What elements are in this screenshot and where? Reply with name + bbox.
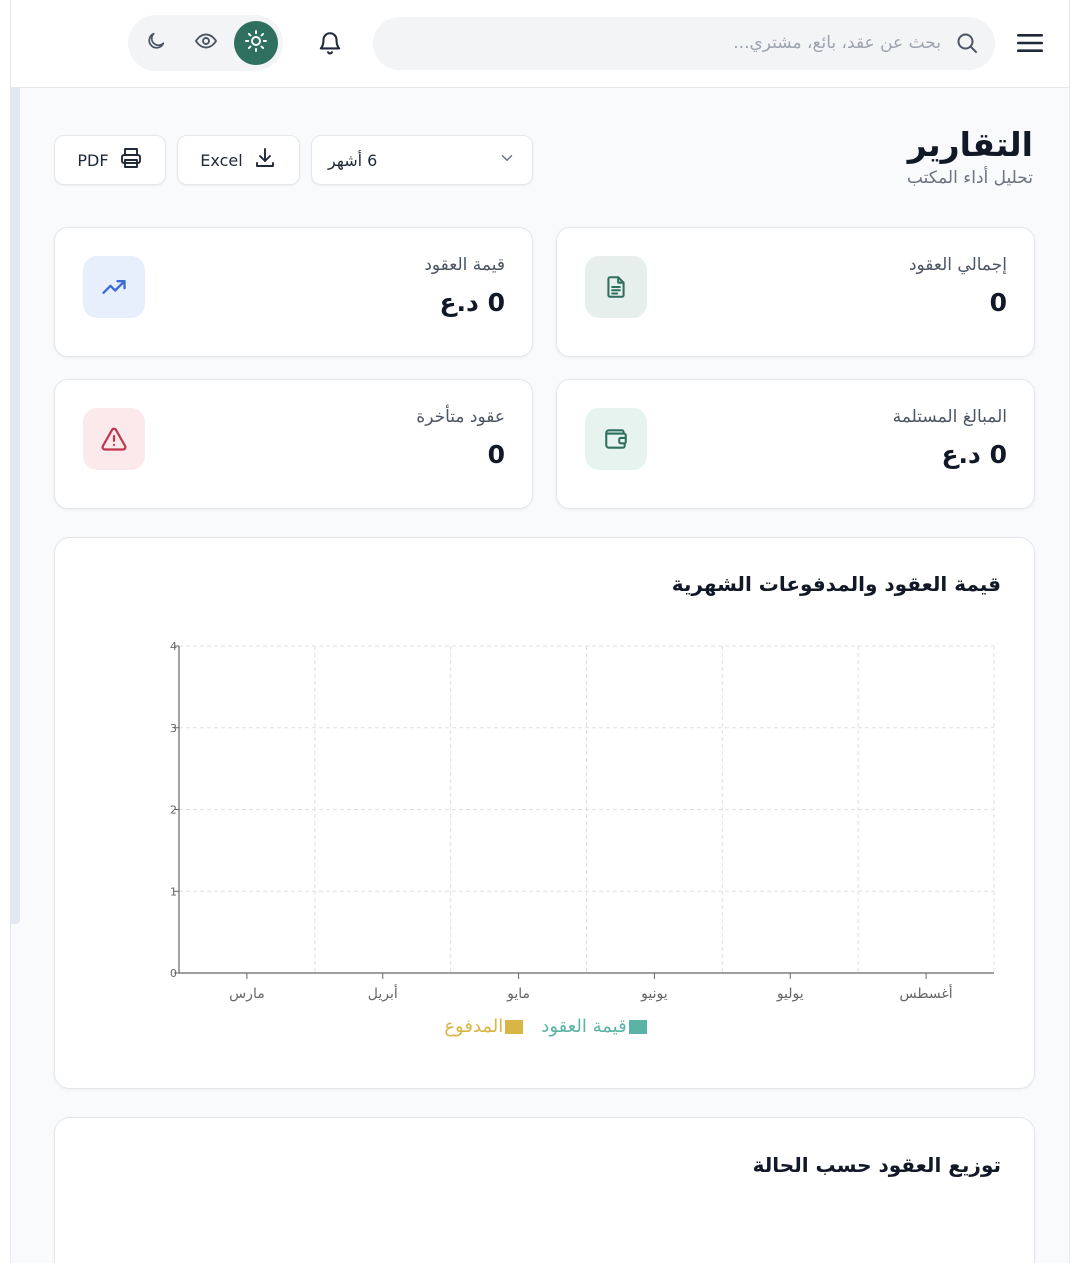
legend-item-contract-value[interactable]: قيمة العقود	[541, 1016, 647, 1037]
search-icon[interactable]	[955, 31, 979, 59]
page-subtitle: تحليل أداء المكتب	[906, 168, 1033, 188]
stat-value: 0	[487, 440, 505, 469]
legend-item-paid[interactable]: المدفوع	[444, 1016, 524, 1037]
legend-swatch	[505, 1019, 524, 1034]
x-tick-label: مارس	[229, 986, 265, 1002]
stat-value: 0 د.ع	[439, 288, 505, 317]
stat-value: 0 د.ع	[941, 440, 1007, 469]
dark-mode-button[interactable]	[134, 21, 178, 65]
eye-comfort-mode-button[interactable]	[184, 21, 228, 65]
stat-label: إجمالي العقود	[908, 255, 1007, 275]
warning-icon	[83, 408, 145, 470]
page-header: التقارير تحليل أداء المكتب	[907, 125, 1033, 188]
document-icon	[585, 256, 647, 318]
y-tick-label: 2	[170, 804, 177, 817]
sun-icon	[244, 29, 268, 57]
menu-icon[interactable]	[1013, 26, 1047, 60]
notifications-bell-icon[interactable]	[313, 25, 347, 61]
status-distribution-panel: توزيع العقود حسب الحالة	[54, 1117, 1035, 1263]
period-value: 6 أشهر	[328, 150, 378, 170]
period-select[interactable]: 6 أشهر	[311, 135, 533, 185]
legend-swatch	[628, 1019, 647, 1034]
theme-switcher	[128, 15, 283, 71]
chevron-down-icon	[498, 149, 516, 171]
excel-label: Excel	[200, 150, 243, 170]
search-bar	[373, 17, 995, 70]
x-tick-label: أغسطس	[900, 984, 953, 1002]
export-pdf-button[interactable]: PDF	[54, 135, 166, 185]
top-bar	[11, 0, 1069, 88]
moon-icon	[145, 30, 167, 56]
legend-label: المدفوع	[444, 1016, 504, 1037]
y-tick-label: 3	[170, 722, 177, 735]
stat-label: عقود متأخرة	[416, 407, 505, 427]
search-input[interactable]	[421, 25, 941, 61]
stat-card-received-amounts: المبالغ المستلمة 0 د.ع	[556, 379, 1035, 509]
printer-icon	[119, 146, 143, 174]
page-title: التقارير	[907, 125, 1033, 164]
y-tick-label: 0	[170, 967, 177, 980]
stat-value: 0	[989, 288, 1007, 317]
trending-up-icon	[83, 256, 145, 318]
stat-card-contracts-value: قيمة العقود 0 د.ع	[54, 227, 533, 357]
stat-card-late-contracts: عقود متأخرة 0	[54, 379, 533, 509]
download-icon	[253, 146, 277, 174]
monthly-chart-panel: قيمة العقود والمدفوعات الشهرية 0 1 2 3 4 مارس…	[54, 537, 1035, 1089]
pdf-label: PDF	[77, 150, 109, 170]
y-tick-label: 4	[170, 640, 177, 653]
status-chart-title: توزيع العقود حسب الحالة	[752, 1153, 1001, 1177]
monthly-bar-chart: 0 1 2 3 4 مارس أبريل مايو يونيو يوليو أغسطس	[170, 640, 995, 1002]
chart-legend: قيمة العقود المدفوع	[55, 1016, 1036, 1037]
wallet-icon	[585, 408, 647, 470]
stat-label: قيمة العقود	[424, 255, 505, 275]
legend-label: قيمة العقود	[541, 1016, 627, 1037]
scrollbar[interactable]	[11, 88, 20, 924]
x-tick-label: يونيو	[640, 986, 668, 1002]
eye-icon	[194, 29, 218, 57]
app-frame: التقارير تحليل أداء المكتب PDF Excel 6 أ…	[10, 0, 1070, 1263]
x-tick-label: أبريل	[368, 984, 398, 1002]
stat-label: المبالغ المستلمة	[892, 407, 1007, 427]
export-excel-button[interactable]: Excel	[177, 135, 300, 185]
x-tick-label: يوليو	[776, 986, 804, 1002]
x-tick-label: مايو	[506, 986, 530, 1002]
y-tick-label: 1	[170, 885, 177, 898]
light-mode-button[interactable]	[234, 21, 278, 65]
stat-card-total-contracts: إجمالي العقود 0	[556, 227, 1035, 357]
